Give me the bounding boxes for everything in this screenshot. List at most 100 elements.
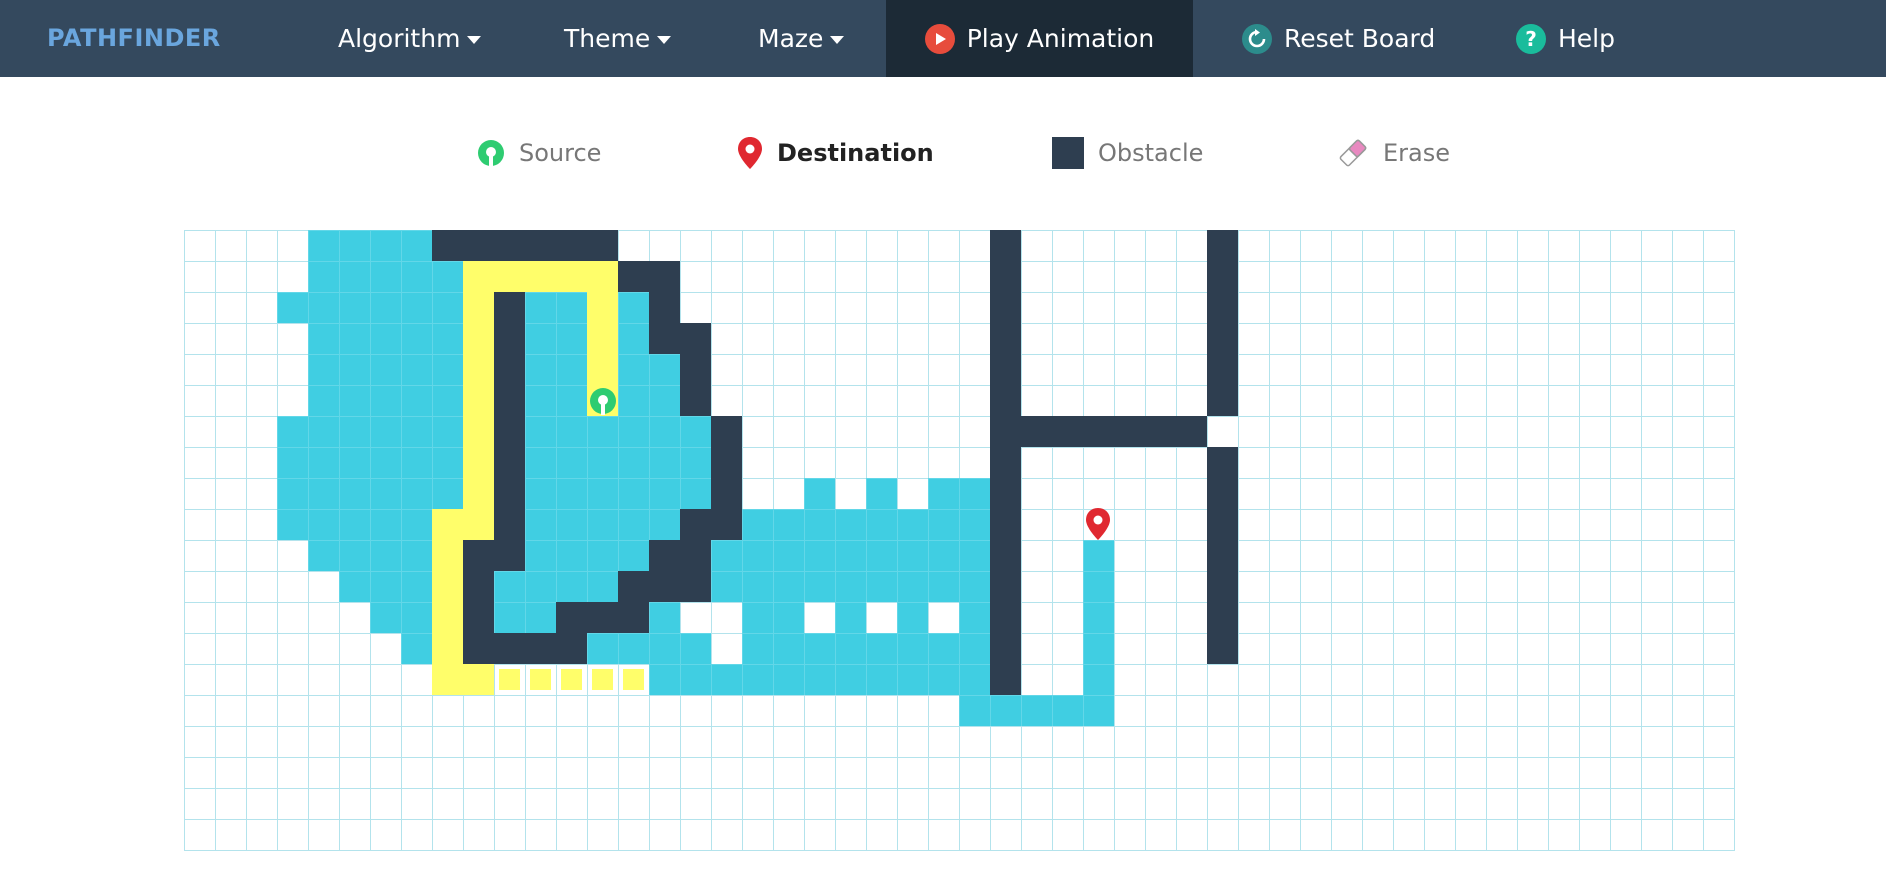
grid-cell[interactable] <box>1393 819 1424 850</box>
grid-cell[interactable] <box>1083 757 1114 788</box>
grid-cell[interactable] <box>1672 695 1703 726</box>
grid-cell[interactable] <box>1548 385 1579 416</box>
grid-cell[interactable] <box>742 757 773 788</box>
visited-cell[interactable] <box>339 261 370 292</box>
grid-cell[interactable] <box>1703 819 1734 850</box>
grid-cell[interactable] <box>1641 819 1672 850</box>
grid-cell[interactable] <box>1145 447 1176 478</box>
visited-cell[interactable] <box>370 354 401 385</box>
grid-cell[interactable] <box>1548 695 1579 726</box>
grid-cell[interactable] <box>680 788 711 819</box>
grid-cell[interactable] <box>1021 602 1052 633</box>
wall-cell[interactable] <box>463 633 494 664</box>
grid-cell[interactable] <box>1424 354 1455 385</box>
grid-cell[interactable] <box>1579 478 1610 509</box>
grid-cell[interactable] <box>1145 509 1176 540</box>
path-cell[interactable] <box>463 416 494 447</box>
grid-cell[interactable] <box>618 757 649 788</box>
visited-cell[interactable] <box>339 292 370 323</box>
grid-cell[interactable] <box>370 633 401 664</box>
visited-cell[interactable] <box>525 447 556 478</box>
grid-cell[interactable] <box>1579 757 1610 788</box>
grid-cell[interactable] <box>959 788 990 819</box>
grid-cell[interactable] <box>1703 726 1734 757</box>
visited-cell[interactable] <box>525 385 556 416</box>
grid-cell[interactable] <box>1393 261 1424 292</box>
grid-cell[interactable] <box>184 664 215 695</box>
grid-cell[interactable] <box>1052 354 1083 385</box>
grid-cell[interactable] <box>711 602 742 633</box>
grid-cell[interactable] <box>1486 726 1517 757</box>
grid-cell[interactable] <box>1610 602 1641 633</box>
grid-cell[interactable] <box>215 292 246 323</box>
grid-cell[interactable] <box>1486 292 1517 323</box>
grid-cell[interactable] <box>1703 261 1734 292</box>
grid-cell[interactable] <box>1052 602 1083 633</box>
grid-cell[interactable] <box>1331 323 1362 354</box>
visited-cell[interactable] <box>928 478 959 509</box>
grid-cell[interactable] <box>1083 385 1114 416</box>
grid-cell[interactable] <box>277 323 308 354</box>
visited-cell[interactable] <box>649 385 680 416</box>
grid-cell[interactable] <box>1083 354 1114 385</box>
path-cell[interactable] <box>432 664 463 695</box>
wall-cell[interactable] <box>587 230 618 261</box>
visited-cell[interactable] <box>928 540 959 571</box>
grid-cell[interactable] <box>1052 819 1083 850</box>
wall-cell[interactable] <box>494 447 525 478</box>
grid-cell[interactable] <box>1455 726 1486 757</box>
grid-cell[interactable] <box>1393 385 1424 416</box>
grid-cell[interactable] <box>1238 447 1269 478</box>
grid-cell[interactable] <box>1145 664 1176 695</box>
grid-cell[interactable] <box>928 230 959 261</box>
grid-cell[interactable] <box>1331 385 1362 416</box>
visited-cell[interactable] <box>277 447 308 478</box>
grid-cell[interactable] <box>339 788 370 819</box>
grid-cell[interactable] <box>1424 323 1455 354</box>
grid-cell[interactable] <box>184 695 215 726</box>
grid-cell[interactable] <box>1331 664 1362 695</box>
grid-cell[interactable] <box>1672 633 1703 664</box>
grid-cell[interactable] <box>928 757 959 788</box>
grid-cell[interactable] <box>246 726 277 757</box>
grid-cell[interactable] <box>1052 230 1083 261</box>
grid-cell[interactable] <box>1207 416 1238 447</box>
visited-cell[interactable] <box>773 509 804 540</box>
wall-cell[interactable] <box>990 540 1021 571</box>
grid-cell[interactable] <box>246 602 277 633</box>
visited-cell[interactable] <box>432 323 463 354</box>
grid-cell[interactable] <box>1393 323 1424 354</box>
grid-cell[interactable] <box>773 757 804 788</box>
grid-cell[interactable] <box>835 819 866 850</box>
grid-cell[interactable] <box>1269 292 1300 323</box>
grid-cell[interactable] <box>1269 323 1300 354</box>
grid-cell[interactable] <box>401 664 432 695</box>
grid-cell[interactable] <box>246 261 277 292</box>
visited-cell[interactable] <box>1083 571 1114 602</box>
visited-cell[interactable] <box>277 292 308 323</box>
grid-cell[interactable] <box>1083 323 1114 354</box>
grid-cell[interactable] <box>1641 292 1672 323</box>
grid-cell[interactable] <box>1579 633 1610 664</box>
grid-cell[interactable] <box>897 757 928 788</box>
grid-cell[interactable] <box>1021 633 1052 664</box>
grid-cell[interactable] <box>959 726 990 757</box>
grid-cell[interactable] <box>1641 354 1672 385</box>
grid-cell[interactable] <box>1269 478 1300 509</box>
visited-cell[interactable] <box>587 540 618 571</box>
legend-destination[interactable]: Destination <box>737 133 934 173</box>
visited-cell[interactable] <box>370 540 401 571</box>
grid-cell[interactable] <box>1703 695 1734 726</box>
grid-cell[interactable] <box>1548 726 1579 757</box>
grid-cell[interactable] <box>928 416 959 447</box>
wall-cell[interactable] <box>1176 416 1207 447</box>
theme-dropdown[interactable]: Theme <box>564 0 672 77</box>
grid-cell[interactable] <box>1238 509 1269 540</box>
visited-cell[interactable] <box>370 323 401 354</box>
grid-cell[interactable] <box>463 819 494 850</box>
grid-cell[interactable] <box>1238 602 1269 633</box>
grid-cell[interactable] <box>1238 261 1269 292</box>
visited-cell[interactable] <box>618 292 649 323</box>
grid-cell[interactable] <box>1114 385 1145 416</box>
grid-cell[interactable] <box>215 478 246 509</box>
